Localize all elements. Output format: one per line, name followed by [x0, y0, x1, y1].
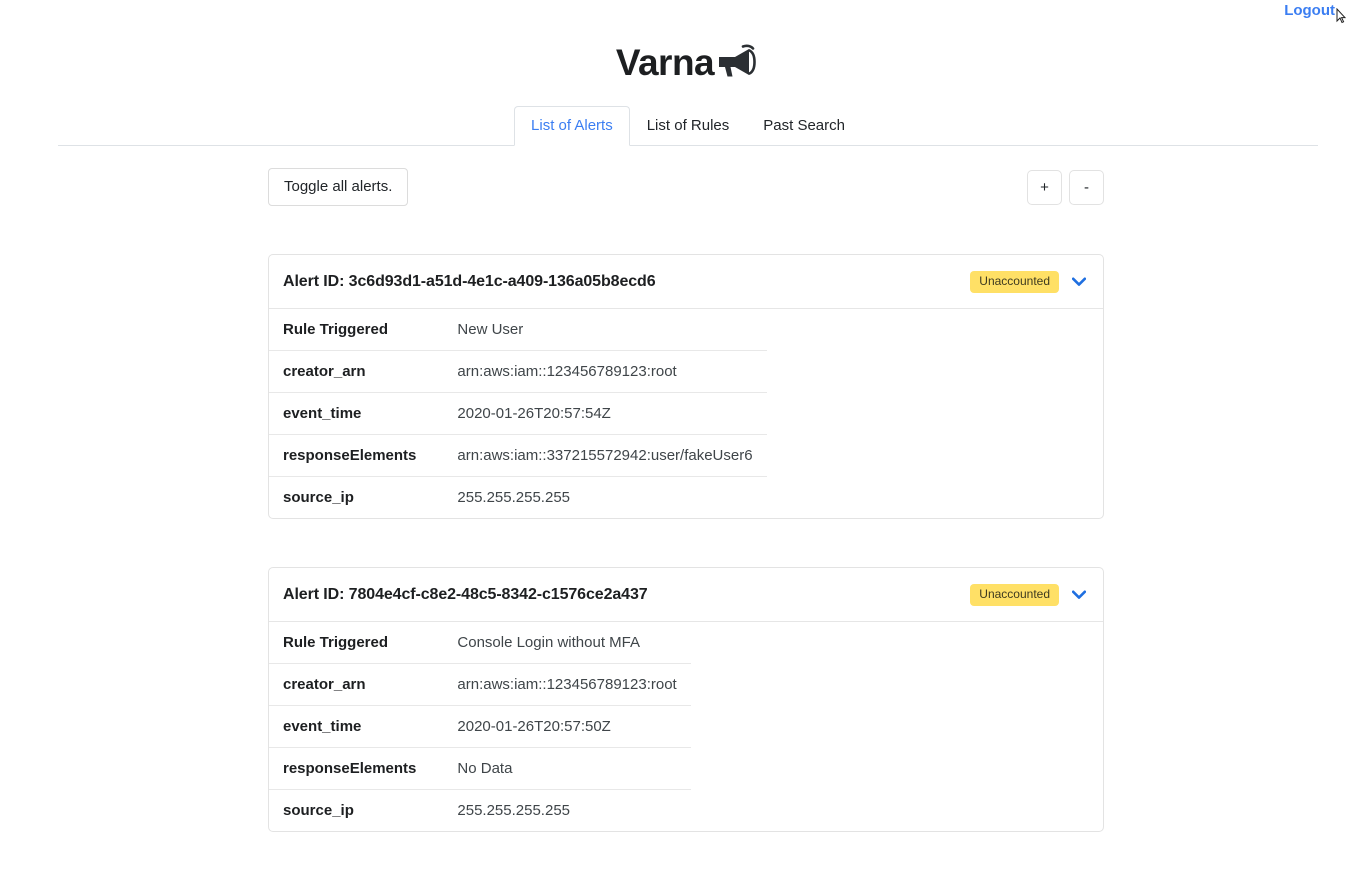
detail-key: Rule Triggered	[283, 321, 389, 338]
logout-link[interactable]: Logout	[1284, 2, 1335, 20]
chevron-down-icon[interactable]	[1070, 588, 1088, 602]
table-row: responseElements arn:aws:iam::3372155729…	[269, 435, 767, 477]
table-row: source_ip 255.255.255.255	[269, 790, 691, 832]
detail-value: arn:aws:iam::123456789123:root	[457, 676, 677, 693]
cursor-arrow-icon	[1336, 7, 1347, 24]
tab-bar: List of Alerts List of Rules Past Search	[58, 106, 1318, 146]
alert-card[interactable]: Alert ID: 3c6d93d1-a51d-4e1c-a409-136a05…	[268, 254, 1104, 519]
top-bar: Logout	[0, 0, 1372, 24]
table-row: Rule Triggered Console Login without MFA	[269, 622, 691, 664]
status-badge[interactable]: Unaccounted	[970, 583, 1059, 606]
main-content: Toggle all alerts. + - Alert ID: 3c6d93d…	[268, 146, 1104, 832]
alert-id-label: Alert ID: 3c6d93d1-a51d-4e1c-a409-136a05…	[283, 272, 656, 290]
brand-name: Varna	[615, 42, 715, 83]
detail-value: arn:aws:iam::337215572942:user/fakeUser6	[457, 447, 753, 464]
zoom-out-button[interactable]: -	[1069, 169, 1104, 205]
detail-value: 2020-01-26T20:57:54Z	[457, 405, 611, 422]
zoom-controls: + -	[1027, 169, 1104, 205]
alert-id-label: Alert ID: 7804e4cf-c8e2-48c5-8342-c1576c…	[283, 585, 648, 603]
detail-key: responseElements	[283, 447, 417, 464]
detail-key: creator_arn	[283, 676, 366, 693]
alert-details-table: Rule Triggered New User creator_arn arn:…	[269, 309, 767, 518]
table-row: creator_arn arn:aws:iam::123456789123:ro…	[269, 351, 767, 393]
tab-list-of-rules[interactable]: List of Rules	[630, 106, 747, 146]
detail-value: 255.255.255.255	[457, 802, 571, 819]
status-badge[interactable]: Unaccounted	[970, 270, 1059, 293]
chevron-down-icon[interactable]	[1070, 275, 1088, 289]
alert-card-body: Rule Triggered Console Login without MFA…	[269, 622, 1103, 831]
tab-list-of-alerts[interactable]: List of Alerts	[514, 106, 630, 146]
alert-card-header[interactable]: Alert ID: 7804e4cf-c8e2-48c5-8342-c1576c…	[269, 568, 1103, 622]
zoom-in-button[interactable]: +	[1027, 169, 1062, 205]
detail-key: source_ip	[283, 489, 354, 506]
tab-past-search[interactable]: Past Search	[746, 106, 862, 146]
brand-logo: Varna	[0, 42, 1372, 83]
detail-key: event_time	[283, 718, 362, 735]
table-row: responseElements No Data	[269, 748, 691, 790]
detail-key: responseElements	[283, 760, 417, 777]
detail-key: creator_arn	[283, 363, 366, 380]
detail-value: 2020-01-26T20:57:50Z	[457, 718, 611, 735]
detail-value: New User	[457, 321, 524, 338]
detail-value: Console Login without MFA	[457, 634, 640, 651]
detail-key: source_ip	[283, 802, 354, 819]
table-row: creator_arn arn:aws:iam::123456789123:ro…	[269, 664, 691, 706]
table-row: Rule Triggered New User	[269, 309, 767, 351]
table-row: source_ip 255.255.255.255	[269, 477, 767, 519]
detail-value: No Data	[457, 760, 513, 777]
table-row: event_time 2020-01-26T20:57:50Z	[269, 706, 691, 748]
table-row: event_time 2020-01-26T20:57:54Z	[269, 393, 767, 435]
detail-key: event_time	[283, 405, 362, 422]
alerts-toolbar: Toggle all alerts. + -	[268, 168, 1104, 206]
alert-card[interactable]: Alert ID: 7804e4cf-c8e2-48c5-8342-c1576c…	[268, 567, 1104, 832]
alert-details-table: Rule Triggered Console Login without MFA…	[269, 622, 691, 831]
tab-list: List of Alerts List of Rules Past Search	[514, 106, 862, 146]
alert-header-actions: Unaccounted	[970, 583, 1088, 606]
detail-value: 255.255.255.255	[457, 489, 571, 506]
detail-key: Rule Triggered	[283, 634, 389, 651]
toggle-all-alerts-button[interactable]: Toggle all alerts.	[268, 168, 409, 206]
megaphone-icon	[716, 44, 756, 83]
detail-value: arn:aws:iam::123456789123:root	[457, 363, 677, 380]
alert-card-header[interactable]: Alert ID: 3c6d93d1-a51d-4e1c-a409-136a05…	[269, 255, 1103, 309]
alert-header-actions: Unaccounted	[970, 270, 1088, 293]
alert-card-body: Rule Triggered New User creator_arn arn:…	[269, 309, 1103, 518]
